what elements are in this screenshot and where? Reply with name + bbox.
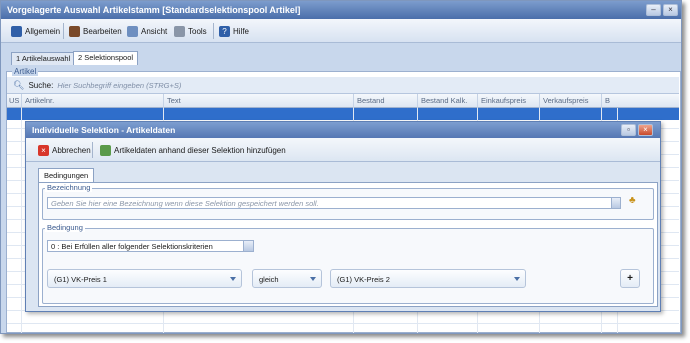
grid-header-einkaufspreis[interactable]: Einkaufspreis (477, 94, 539, 108)
grid-header-b[interactable]: B (601, 94, 679, 108)
chevron-down-icon (310, 277, 316, 281)
conditions-panel: Bezeichnung Geben Sie hier eine Bezeichn… (38, 182, 658, 307)
clear-icon[interactable]: ♣ (629, 195, 636, 206)
menu-allgemein[interactable]: Allgemein (11, 24, 60, 38)
menu-hilfe-label: Hilfe (233, 26, 250, 36)
bezeichnung-legend: Bezeichnung (45, 183, 93, 192)
operator-value: gleich (259, 275, 279, 284)
grid-header-bestand-kalk[interactable]: Bestand Kalk. (417, 94, 477, 108)
dialog-title: Individuelle Selektion - Artikeldaten (26, 122, 660, 138)
add-items-icon (100, 145, 111, 156)
bezeichnung-input[interactable]: Geben Sie hier eine Bezeichnung wenn die… (47, 197, 621, 209)
left-field-value: (G1) VK-Preis 1 (54, 275, 107, 284)
close-icon[interactable]: × (663, 4, 678, 16)
minimize-icon[interactable]: – (646, 4, 661, 16)
operator-select[interactable]: gleich (252, 269, 322, 288)
close-icon[interactable]: × (638, 124, 653, 136)
chevron-down-icon (514, 277, 520, 281)
left-field-select[interactable]: (G1) VK-Preis 1 (47, 269, 242, 288)
menu-ansicht-label: Ansicht (141, 26, 168, 36)
cancel-icon: × (38, 145, 49, 156)
menu-ansicht[interactable]: Ansicht (127, 24, 167, 38)
cancel-button[interactable]: × Abbrechen (38, 144, 91, 157)
grid-header-us[interactable]: US (7, 94, 21, 108)
menu-tools-label: Tools (188, 26, 207, 36)
grid-header-verkaufspreis[interactable]: Verkaufspreis (539, 94, 601, 108)
search-input[interactable]: Hier Suchbegriff eingeben (STRG+S) (57, 81, 181, 90)
restore-icon[interactable]: ▫ (621, 124, 636, 136)
right-field-select[interactable]: (G1) VK-Preis 2 (330, 269, 526, 288)
selection-dialog: Individuelle Selektion - Artikeldaten ▫ … (25, 121, 661, 312)
add-condition-button[interactable]: + (620, 269, 640, 288)
menubar: Allgemein Bearbeiten Ansicht Tools ? Hil… (1, 19, 681, 43)
spin-button[interactable] (611, 197, 621, 209)
tab-bedingungen[interactable]: Bedingungen (38, 168, 95, 182)
bedingung-legend: Bedingung (45, 223, 85, 232)
chevron-down-icon (230, 277, 236, 281)
add-selection-button-label: Artikeldaten anhand dieser Selektion hin… (114, 146, 286, 155)
main-window: Vorgelagerte Auswahl Artikelstamm [Stand… (0, 0, 682, 334)
table-row-selected[interactable] (7, 108, 679, 120)
menu-bearbeiten[interactable]: Bearbeiten (69, 24, 122, 38)
view-icon (127, 25, 138, 37)
menu-bearbeiten-label: Bearbeiten (83, 26, 122, 36)
grid-header-text[interactable]: Text (163, 94, 353, 108)
search-bar: 🔍︎ Suche: Hier Suchbegriff eingeben (STR… (7, 77, 679, 94)
menu-tools[interactable]: Tools (174, 24, 207, 38)
cancel-button-label: Abbrechen (52, 146, 91, 155)
grid-header-bestand[interactable]: Bestand (353, 94, 417, 108)
tab-strip: 1 Artikelauswahl 2 Selektionspool (1, 43, 681, 65)
artikel-group-title: Artikel (12, 67, 39, 76)
help-icon: ? (219, 25, 230, 37)
edit-icon (69, 25, 80, 37)
add-selection-button[interactable]: Artikeldaten anhand dieser Selektion hin… (100, 144, 286, 157)
condition-mode-select[interactable]: 0 : Bei Erfüllen aller folgender Selekti… (47, 240, 254, 252)
table-row[interactable] (7, 323, 679, 324)
grid-header: Artikelnr. Text Bestand Bestand Kalk. Ei… (21, 94, 679, 108)
grid-header-artikelnr[interactable]: Artikelnr. (21, 94, 163, 108)
window-title: Vorgelagerte Auswahl Artikelstamm [Stand… (1, 1, 681, 19)
pin-icon (11, 25, 22, 37)
tab-artikelauswahl[interactable]: 1 Artikelauswahl (11, 52, 76, 65)
chevron-down-icon (243, 241, 253, 251)
menu-separator (213, 23, 214, 39)
menu-separator (63, 23, 64, 39)
tab-selektionspool[interactable]: 2 Selektionspool (73, 51, 139, 65)
search-icon: 🔍︎ (13, 79, 25, 90)
menu-allgemein-label: Allgemein (25, 26, 61, 36)
toolbar-separator (92, 142, 93, 158)
dialog-toolbar: × Abbrechen Artikeldaten anhand dieser S… (26, 138, 660, 162)
right-field-value: (G1) VK-Preis 2 (337, 275, 390, 284)
search-label: Suche: (28, 80, 54, 90)
tools-icon (174, 25, 185, 37)
menu-hilfe[interactable]: ? Hilfe (219, 24, 249, 38)
grid-divider (21, 108, 22, 333)
condition-mode-value: 0 : Bei Erfüllen aller folgender Selekti… (51, 242, 213, 251)
